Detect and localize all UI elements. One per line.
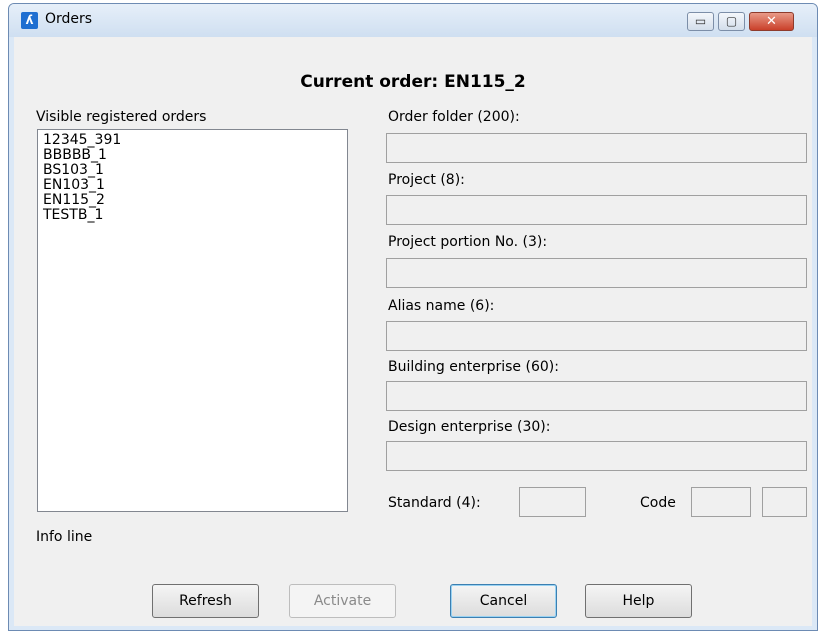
- order-folder-label: Order folder (200):: [388, 109, 520, 125]
- project-field[interactable]: [386, 195, 807, 225]
- alias-name-label: Alias name (6):: [388, 298, 495, 314]
- cancel-button[interactable]: Cancel: [450, 584, 557, 618]
- close-button[interactable]: ✕: [749, 12, 794, 31]
- info-line: Info line: [36, 529, 93, 545]
- window-title: Orders: [45, 11, 93, 27]
- code-label: Code: [640, 495, 676, 511]
- activate-button[interactable]: Activate: [289, 584, 396, 618]
- code-field-1[interactable]: [691, 487, 751, 517]
- list-item[interactable]: TESTB_1: [43, 208, 347, 223]
- standard-field[interactable]: [519, 487, 586, 517]
- list-item[interactable]: EN103_1: [43, 178, 347, 193]
- alias-name-field[interactable]: [386, 321, 807, 351]
- app-icon: ʎ: [21, 12, 38, 29]
- standard-label: Standard (4):: [388, 495, 481, 511]
- refresh-button[interactable]: Refresh: [152, 584, 259, 618]
- design-enterprise-label: Design enterprise (30):: [388, 419, 551, 435]
- help-button[interactable]: Help: [585, 584, 692, 618]
- maximize-icon: ▢: [725, 14, 738, 28]
- list-item[interactable]: BS103_1: [43, 163, 347, 178]
- project-portion-label: Project portion No. (3):: [388, 234, 548, 250]
- minimize-icon: ▭: [694, 14, 707, 28]
- code-field-2[interactable]: [762, 487, 807, 517]
- design-enterprise-field[interactable]: [386, 441, 807, 471]
- close-icon: ✕: [766, 14, 777, 29]
- project-label: Project (8):: [388, 172, 465, 188]
- minimize-button[interactable]: ▭: [687, 12, 714, 31]
- order-folder-field[interactable]: [386, 133, 807, 163]
- maximize-button[interactable]: ▢: [718, 12, 745, 31]
- building-enterprise-label: Building enterprise (60):: [388, 359, 559, 375]
- list-item[interactable]: BBBBB_1: [43, 148, 347, 163]
- list-item[interactable]: 12345_391: [43, 133, 347, 148]
- list-item[interactable]: EN115_2: [43, 193, 347, 208]
- orders-listbox[interactable]: 12345_391 BBBBB_1 BS103_1 EN103_1 EN115_…: [37, 129, 348, 512]
- orders-list-label: Visible registered orders: [36, 109, 207, 125]
- title-bar[interactable]: ʎ Orders ▭ ▢ ✕: [9, 4, 817, 37]
- building-enterprise-field[interactable]: [386, 381, 807, 411]
- project-portion-field[interactable]: [386, 258, 807, 288]
- orders-dialog: ʎ Orders ▭ ▢ ✕ Current order: EN115_2 Vi…: [8, 3, 818, 631]
- current-order-heading: Current order: EN115_2: [300, 72, 526, 92]
- dialog-client-area: Current order: EN115_2 Visible registere…: [14, 37, 812, 626]
